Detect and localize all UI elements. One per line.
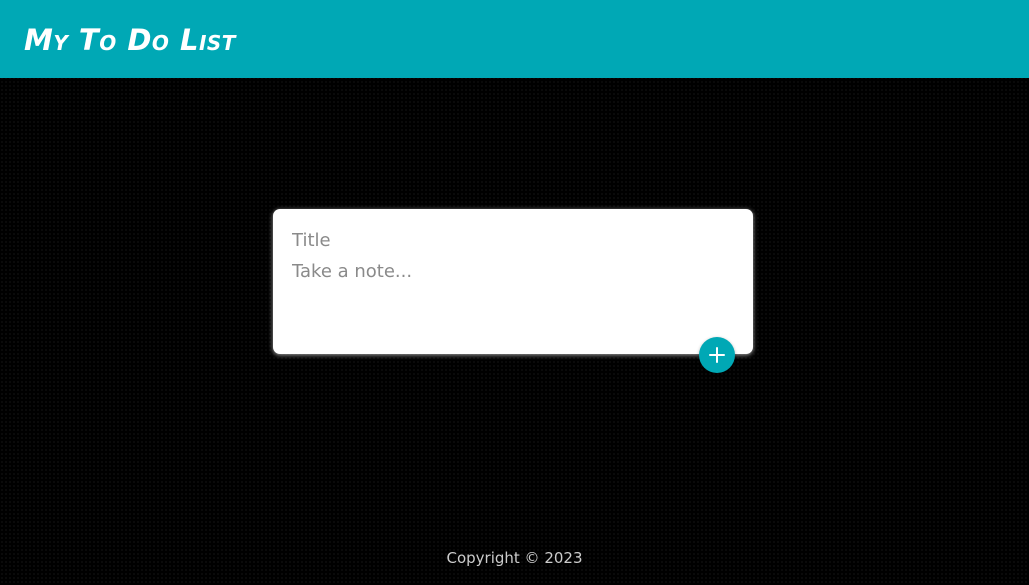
note-title-input[interactable] [292, 227, 732, 253]
copyright-text: Copyright © 2023 [446, 549, 583, 567]
app-title: My To Do List [24, 23, 236, 57]
plus-icon [709, 347, 725, 363]
create-note-form [273, 209, 753, 354]
app-header: My To Do List [0, 0, 1029, 78]
add-note-button[interactable] [699, 337, 735, 373]
page-footer: Copyright © 2023 [0, 547, 1029, 569]
note-content-textarea[interactable] [292, 259, 732, 339]
